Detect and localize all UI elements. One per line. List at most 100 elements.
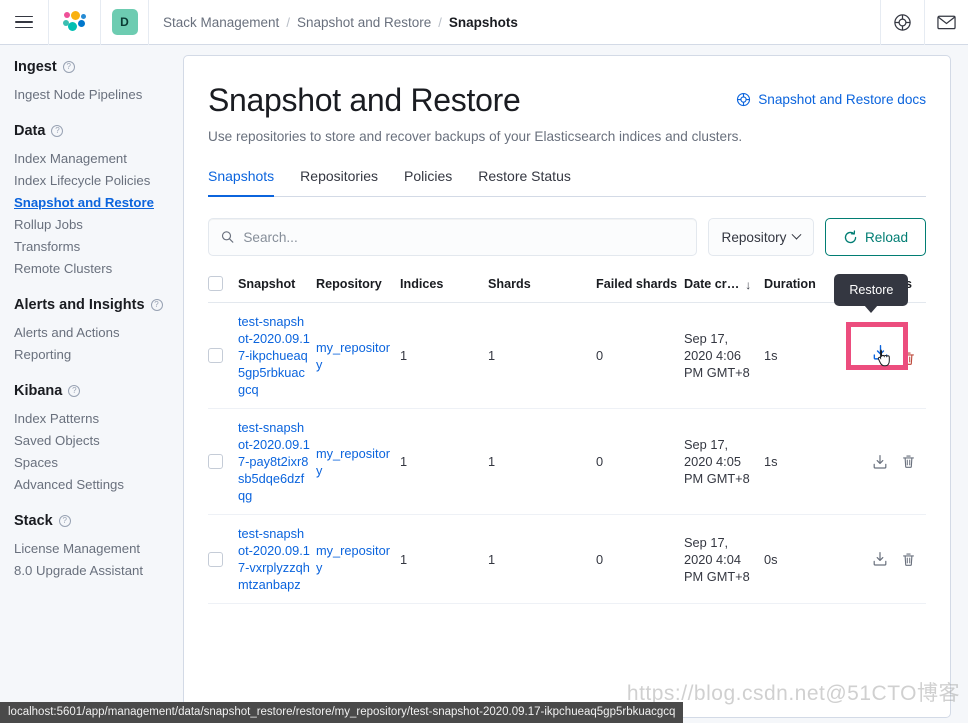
sidebar-navigation: Ingest ? Ingest Node Pipelines Data ? In… [0, 45, 183, 723]
table-body: test-snapshot-2020.09.17-ikpchueaq5gp5rb… [208, 273, 926, 604]
header-actions [880, 0, 968, 45]
cell-indices: 1 [400, 302, 488, 409]
sidebar-item-spaces[interactable]: Spaces [14, 452, 183, 474]
cell-failed-shards: 0 [596, 514, 684, 604]
cell-indices: 1 [400, 514, 488, 604]
elastic-logo-button[interactable] [49, 0, 101, 45]
snapshot-link[interactable]: test-snapshot-2020.09.17-pay8t2ixr8sb5dq… [238, 419, 310, 504]
sidebar-item-index-patterns[interactable]: Index Patterns [14, 408, 183, 430]
tab-list: Snapshots Repositories Policies Restore … [208, 168, 926, 197]
row-checkbox[interactable] [208, 454, 223, 469]
cell-actions [858, 514, 926, 604]
chevron-down-icon [792, 229, 802, 240]
cell-repository: my_repository [316, 408, 400, 515]
breadcrumb-item-stack-management[interactable]: Stack Management [163, 15, 279, 30]
tab-restore-status[interactable]: Restore Status [478, 168, 571, 197]
cell-shards: 1 [488, 408, 596, 515]
sidebar-item-index-lifecycle-policies[interactable]: Index Lifecycle Policies [14, 170, 183, 192]
sidebar-item-license-management[interactable]: License Management [14, 538, 183, 560]
cell-snapshot: test-snapshot-2020.09.17-ikpchueaq5gp5rb… [238, 302, 316, 409]
column-header-repository[interactable]: Repository [316, 276, 400, 303]
breadcrumb-item-snapshots: Snapshots [448, 14, 518, 30]
repository-link[interactable]: my_repository [316, 339, 394, 373]
breadcrumb: Stack Management / Snapshot and Restore … [149, 15, 880, 30]
sidebar-item-index-management[interactable]: Index Management [14, 148, 183, 170]
snapshot-link[interactable]: test-snapshot-2020.09.17-ikpchueaq5gp5rb… [238, 313, 310, 398]
hamburger-menu-icon [15, 15, 33, 29]
help-lifebuoy-icon [737, 92, 751, 107]
restore-button[interactable] [868, 450, 892, 474]
question-circle-icon[interactable]: ? [150, 299, 163, 311]
column-header-snapshot[interactable]: Snapshot [238, 276, 316, 303]
row-select-cell [208, 408, 238, 515]
sidebar-item-snapshot-and-restore[interactable]: Snapshot and Restore [14, 192, 183, 214]
mail-envelope-icon [937, 15, 956, 30]
select-all-checkbox[interactable] [208, 276, 223, 291]
repository-filter-button[interactable]: Repository [708, 218, 814, 256]
sidebar-item-alerts-and-actions[interactable]: Alerts and Actions [14, 322, 183, 344]
sidebar-item-rollup-jobs[interactable]: Rollup Jobs [14, 214, 183, 236]
sidebar-item-remote-clusters[interactable]: Remote Clusters [14, 258, 183, 280]
docs-link[interactable]: Snapshot and Restore docs [736, 92, 926, 107]
restore-button[interactable] [868, 547, 892, 571]
sidebar-item-upgrade-assistant[interactable]: 8.0 Upgrade Assistant [14, 560, 183, 582]
breadcrumb-item-snapshot-and-restore[interactable]: Snapshot and Restore [297, 15, 431, 30]
mail-button[interactable] [924, 0, 968, 45]
row-select-cell [208, 514, 238, 604]
trash-icon [902, 455, 914, 468]
column-header-indices[interactable]: Indices [400, 276, 488, 303]
sidebar-group-data: Data ? Index Management Index Lifecycle … [14, 123, 183, 280]
sidebar-item-reporting[interactable]: Reporting [14, 344, 183, 366]
sort-descending-icon: ↓ [745, 277, 752, 292]
column-header-failed-shards[interactable]: Failed shards [596, 276, 684, 303]
question-circle-icon[interactable]: ? [51, 125, 64, 137]
sidebar-group-stack: Stack ? License Management 8.0 Upgrade A… [14, 513, 183, 582]
tab-repositories[interactable]: Repositories [300, 168, 378, 197]
question-circle-icon[interactable]: ? [58, 515, 71, 527]
search-field-wrapper[interactable] [208, 218, 697, 256]
sidebar-group-label: Kibana [14, 383, 63, 399]
cell-duration: 1s [764, 408, 858, 515]
row-select-cell [208, 302, 238, 409]
cell-date-created: Sep 17, 2020 4:06 PM GMT+8 [684, 302, 764, 409]
cell-snapshot: test-snapshot-2020.09.17-vxrplyzzqhmtzan… [238, 514, 316, 604]
repository-link[interactable]: my_repository [316, 445, 394, 479]
tab-policies[interactable]: Policies [404, 168, 452, 197]
column-header-shards[interactable]: Shards [488, 276, 596, 303]
page-scrollbar[interactable] [962, 45, 968, 723]
restore-download-icon [873, 345, 888, 361]
repository-filter-label: Repository [721, 229, 787, 245]
tab-snapshots[interactable]: Snapshots [208, 168, 275, 197]
sidebar-item-transforms[interactable]: Transforms [14, 236, 183, 258]
reload-button[interactable]: Reload [825, 218, 926, 256]
column-header-date-created[interactable]: Date cr… ↓ [684, 276, 764, 303]
question-circle-icon[interactable]: ? [68, 385, 81, 397]
row-checkbox[interactable] [208, 551, 223, 567]
restore-action-wrapper: Restore [834, 273, 909, 370]
cell-duration: 0s [764, 514, 858, 604]
refresh-icon [844, 229, 857, 243]
restore-button[interactable] [868, 341, 892, 367]
page-title: Snapshot and Restore [208, 82, 521, 118]
docs-link-label: Snapshot and Restore docs [758, 92, 926, 107]
delete-button[interactable] [896, 547, 920, 571]
repository-link[interactable]: my_repository [316, 542, 394, 576]
menu-toggle-button[interactable] [0, 0, 49, 45]
restore-download-icon [874, 454, 887, 469]
table-head: Snapshot Repository Indices Shards Faile… [208, 276, 926, 303]
sidebar-group-label: Stack [14, 513, 53, 529]
sidebar-group-alerts-and-insights: Alerts and Insights ? Alerts and Actions… [14, 297, 183, 366]
sidebar-item-advanced-settings[interactable]: Advanced Settings [14, 474, 183, 496]
delete-button[interactable] [896, 450, 920, 474]
search-input[interactable] [243, 229, 684, 245]
space-selector-button[interactable]: D [101, 0, 149, 45]
table-toolbar: Repository Reload [208, 218, 926, 256]
row-checkbox[interactable] [208, 348, 223, 363]
sidebar-item-saved-objects[interactable]: Saved Objects [14, 430, 183, 452]
sidebar-group-ingest: Ingest ? Ingest Node Pipelines [14, 59, 183, 106]
sidebar-item-ingest-node-pipelines[interactable]: Ingest Node Pipelines [14, 84, 183, 106]
help-button[interactable] [880, 0, 924, 45]
sidebar-group-title: Kibana ? [14, 383, 183, 399]
question-circle-icon[interactable]: ? [62, 61, 75, 73]
snapshot-link[interactable]: test-snapshot-2020.09.17-vxrplyzzqhmtzan… [238, 525, 310, 593]
